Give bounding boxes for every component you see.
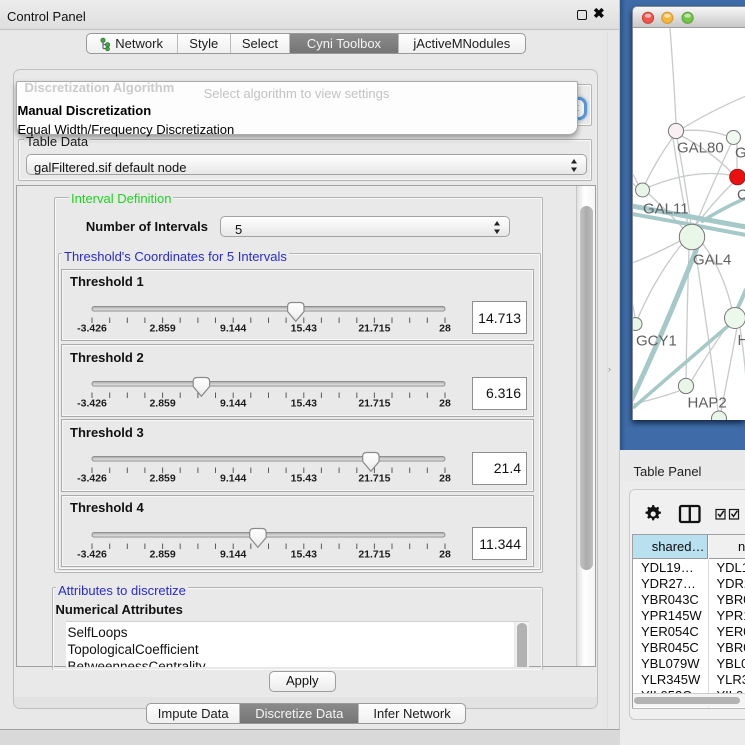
svg-text:HA: HA — [737, 332, 745, 349]
svg-text:HAP2: HAP2 — [687, 395, 726, 412]
svg-text:GCY1: GCY1 — [636, 333, 677, 350]
svg-text:GAL80: GAL80 — [677, 140, 724, 157]
svg-text:GAL11: GAL11 — [643, 201, 689, 218]
svg-text:C: C — [737, 187, 745, 204]
svg-text:GAL4: GAL4 — [693, 252, 731, 269]
svg-text:GA: GA — [735, 145, 745, 162]
